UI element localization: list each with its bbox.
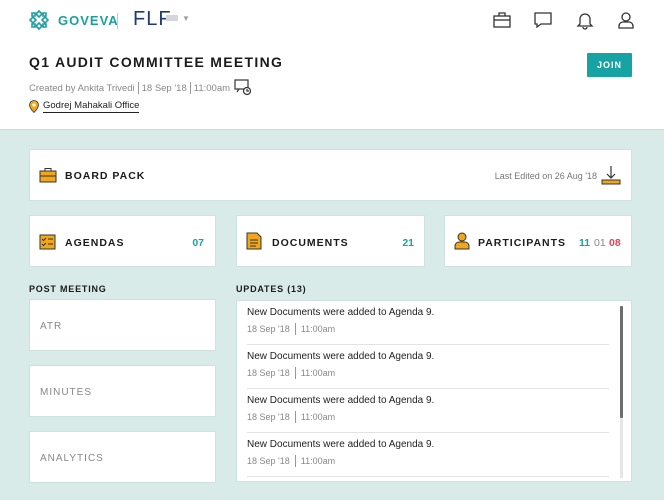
download-icon[interactable]	[600, 164, 622, 186]
created-by: Created by Ankita Trivedi	[29, 82, 135, 94]
update-date: 18 Sep '18	[247, 368, 290, 378]
join-button[interactable]: JOIN	[587, 53, 632, 77]
update-time: 11:00am	[300, 368, 336, 378]
update-text: New Documents were added to Agenda 9.	[247, 439, 435, 450]
chevron-down-icon[interactable]: ▼	[182, 14, 190, 23]
briefcase-icon[interactable]	[492, 10, 512, 30]
meta-divider	[294, 323, 296, 335]
meeting-meta: Created by Ankita Trivedi 18 Sep '18 11:…	[29, 82, 230, 94]
post-meeting-heading: POST MEETING	[29, 284, 107, 294]
bell-icon[interactable]	[575, 10, 595, 30]
updates-list[interactable]: New Documents were added to Agenda 9. 18…	[236, 300, 632, 482]
chat-icon[interactable]	[533, 10, 553, 30]
analytics-card[interactable]: ANALYTICS	[29, 431, 216, 483]
meeting-location[interactable]: Godrej Mahakali Office	[29, 100, 140, 113]
participants-declined-count: 08	[609, 237, 621, 249]
update-time: 11:00am	[300, 412, 336, 422]
board-pack-card[interactable]: BOARD PACK Last Edited on 26 Aug '18	[29, 149, 632, 201]
participant-icon	[454, 232, 470, 250]
agenda-icon	[39, 234, 56, 250]
user-icon[interactable]	[616, 10, 636, 30]
brand-name: GOVEVA	[58, 12, 119, 28]
update-item[interactable]: New Documents were added to Agenda 9. 18…	[247, 433, 609, 477]
board-pack-label: BOARD PACK	[65, 170, 146, 182]
update-date: 18 Sep '18	[247, 324, 290, 334]
meta-divider	[294, 411, 296, 423]
updates-heading: UPDATES (13)	[236, 284, 307, 294]
update-item[interactable]: New Documents were added to Agenda 9. 18…	[247, 301, 609, 345]
update-text: New Documents were added to Agenda 9.	[247, 351, 435, 362]
client-logo-tagline	[166, 15, 178, 21]
goveva-logo-icon	[28, 9, 50, 31]
minutes-label: MINUTES	[40, 387, 92, 398]
goveva-logo[interactable]: GOVEVA	[28, 9, 119, 31]
documents-label: DOCUMENTS	[272, 237, 349, 249]
agendas-card[interactable]: AGENDAS 07	[29, 215, 216, 267]
participants-card[interactable]: PARTICIPANTS 11 01 08	[444, 215, 632, 267]
update-text: New Documents were added to Agenda 9.	[247, 307, 435, 318]
update-meta: 18 Sep '18 11:00am	[247, 455, 335, 467]
meta-divider	[189, 82, 191, 94]
update-time: 11:00am	[300, 324, 336, 334]
meeting-time: 11:00am	[193, 82, 231, 94]
participants-pending-count: 01	[594, 237, 606, 249]
update-meta: 18 Sep '18 11:00am	[247, 323, 335, 335]
update-item[interactable]: New Documents were added to Agenda 9. 18…	[247, 389, 609, 433]
document-icon	[246, 232, 262, 250]
meta-divider	[294, 455, 296, 467]
update-date: 18 Sep '18	[247, 456, 290, 466]
agendas-count: 07	[192, 237, 204, 249]
atr-card[interactable]: ATR	[29, 299, 216, 351]
update-time: 11:00am	[300, 456, 336, 466]
update-meta: 18 Sep '18 11:00am	[247, 367, 335, 379]
last-edited: Last Edited on 26 Aug '18	[494, 171, 597, 181]
location-pin-icon	[29, 100, 39, 113]
video-call-icon[interactable]	[234, 78, 252, 96]
update-item[interactable]: New Documents were added to Agenda 9. 18…	[247, 345, 609, 389]
location-link[interactable]: Godrej Mahakali Office	[43, 100, 140, 113]
briefcase-icon	[39, 168, 57, 183]
update-text: New Documents were added to Agenda 9.	[247, 395, 435, 406]
atr-label: ATR	[40, 321, 63, 332]
documents-card[interactable]: DOCUMENTS 21	[236, 215, 425, 267]
meta-divider	[294, 367, 296, 379]
documents-count: 21	[402, 237, 414, 249]
updates-scrollbar-thumb[interactable]	[620, 306, 623, 418]
agendas-label: AGENDAS	[65, 237, 125, 249]
meta-divider	[137, 82, 139, 94]
update-meta: 18 Sep '18 11:00am	[247, 411, 335, 423]
logo-divider	[117, 13, 118, 29]
meeting-title: Q1 AUDIT COMMITTEE MEETING	[29, 54, 284, 70]
minutes-card[interactable]: MINUTES	[29, 365, 216, 417]
update-date: 18 Sep '18	[247, 412, 290, 422]
meeting-date: 18 Sep '18	[141, 82, 187, 94]
top-header: GOVEVA FLF ▼ Q1 AUDIT COMMITTEE MEETING …	[0, 0, 664, 130]
participants-accepted-count: 11	[579, 237, 591, 249]
participants-label: PARTICIPANTS	[478, 237, 567, 249]
analytics-label: ANALYTICS	[40, 453, 104, 464]
